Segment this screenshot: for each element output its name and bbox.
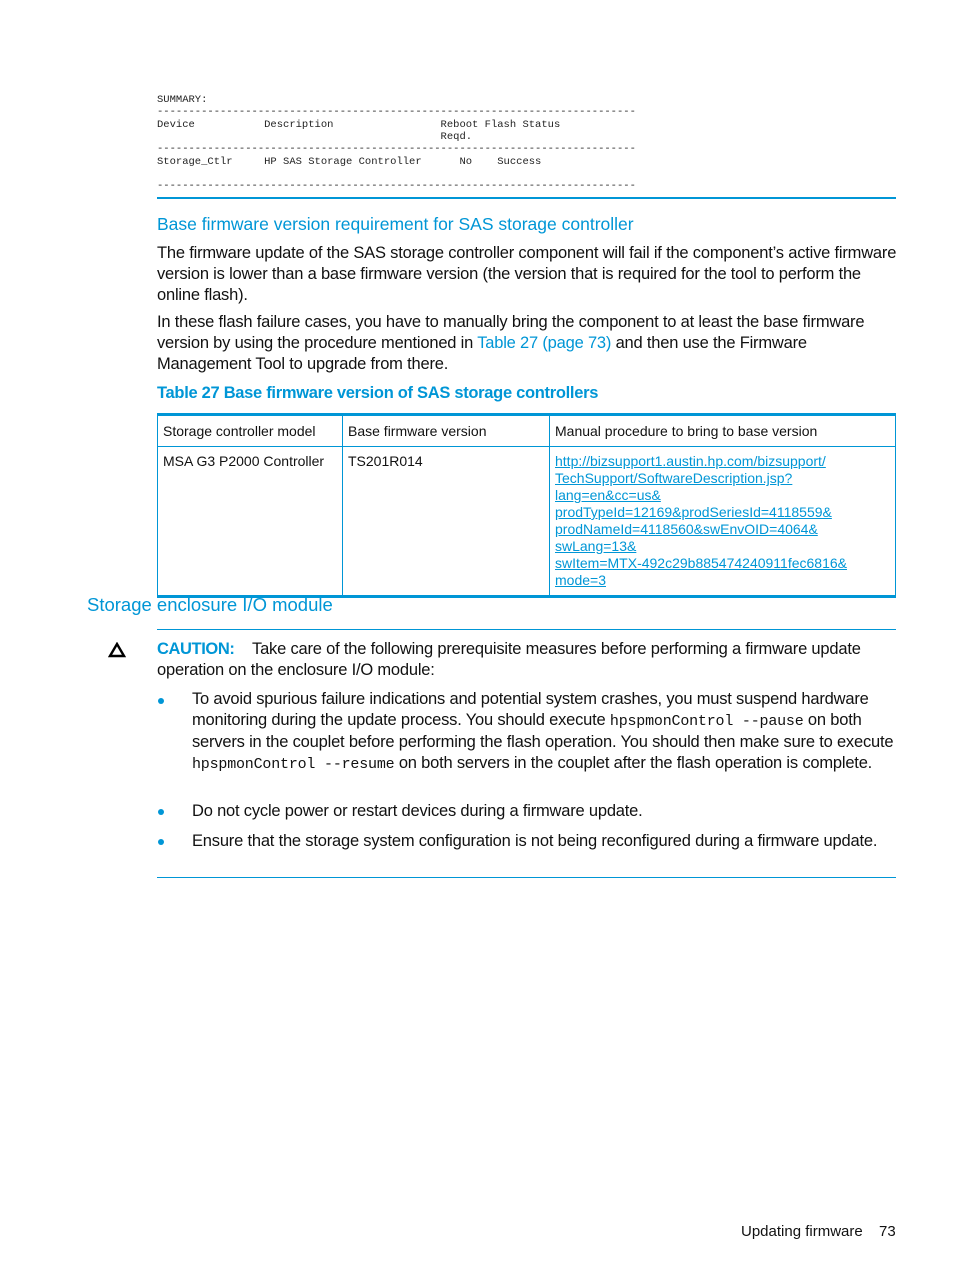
table-header-cell: Manual procedure to bring to base versio… xyxy=(549,414,896,447)
bullet-icon xyxy=(158,698,164,704)
procedure-link-line[interactable]: http://bizsupport1.austin.hp.com/bizsupp… xyxy=(555,453,890,470)
table-row: MSA G3 P2000 Controller TS201R014 http:/… xyxy=(157,446,896,597)
caution-top-rule xyxy=(157,629,896,630)
caution-bottom-rule xyxy=(157,877,896,878)
procedure-link-line[interactable]: swItem=MTX-492c29b885474240911fec6816& xyxy=(555,555,890,572)
base-firmware-table: Storage controller model Base firmware v… xyxy=(157,413,896,598)
footer-section-title: Updating firmware xyxy=(741,1223,863,1240)
summary-header-line1: Device Description Reboot Flash Status xyxy=(157,119,561,131)
summary-divider: ----------------------------------------… xyxy=(157,106,636,118)
bullet-text: on both servers in the couplet after the… xyxy=(394,754,873,772)
bullet-item-no-reconfigure: Ensure that the storage system configura… xyxy=(192,832,878,850)
paragraph-flash-failure: In these flash failure cases, you have t… xyxy=(157,312,899,375)
procedure-link-line[interactable]: prodTypeId=12169&prodSeriesId=4118559& xyxy=(555,504,890,521)
warning-triangle-icon xyxy=(107,641,127,658)
table-header-row: Storage controller model Base firmware v… xyxy=(157,414,896,447)
section-divider xyxy=(157,197,896,199)
caution-text: Take care of the following prerequisite … xyxy=(157,640,861,679)
procedure-link-line[interactable]: prodNameId=4118560&swEnvOID=4064& xyxy=(555,521,890,538)
procedure-link-line[interactable]: mode=3 xyxy=(555,572,890,589)
command-pause: hpspmonControl --pause xyxy=(609,713,804,730)
summary-divider: ----------------------------------------… xyxy=(157,143,636,155)
caution-paragraph: CAUTION: Take care of the following prer… xyxy=(157,639,899,681)
procedure-link-cell: http://bizsupport1.austin.hp.com/bizsupp… xyxy=(549,446,896,597)
controller-model-cell: MSA G3 P2000 Controller xyxy=(157,446,343,597)
summary-divider: ----------------------------------------… xyxy=(157,180,636,192)
table-header-cell: Storage controller model xyxy=(157,414,343,447)
procedure-link-line[interactable]: swLang=13& xyxy=(555,538,890,555)
section-heading-base-firmware: Base firmware version requirement for SA… xyxy=(157,214,634,234)
bullet-icon xyxy=(158,809,164,815)
page-number: 73 xyxy=(879,1223,896,1240)
bullet-item-no-power-cycle: Do not cycle power or restart devices du… xyxy=(192,802,643,820)
firmware-version-cell: TS201R014 xyxy=(342,446,550,597)
procedure-link-line[interactable]: TechSupport/SoftwareDescription.jsp?lang… xyxy=(555,470,890,504)
bullet-icon xyxy=(158,839,164,845)
caution-label: CAUTION: xyxy=(157,640,235,658)
bullet-item-suspend-monitoring: To avoid spurious failure indications an… xyxy=(192,689,898,775)
summary-header-line2: Reqd. xyxy=(157,131,473,143)
summary-row: Storage_Ctlr HP SAS Storage Controller N… xyxy=(157,156,542,168)
table-title: Table 27 Base firmware version of SAS st… xyxy=(157,384,599,402)
table-27-link[interactable]: Table 27 (page 73) xyxy=(477,334,611,352)
section-heading-io-module: Storage enclosure I/O module xyxy=(87,594,333,615)
summary-title: SUMMARY: xyxy=(157,94,208,106)
table-header-cell: Base firmware version xyxy=(342,414,550,447)
command-resume: hpspmonControl --resume xyxy=(192,756,395,773)
paragraph-firmware-fail: The firmware update of the SAS storage c… xyxy=(157,244,897,304)
